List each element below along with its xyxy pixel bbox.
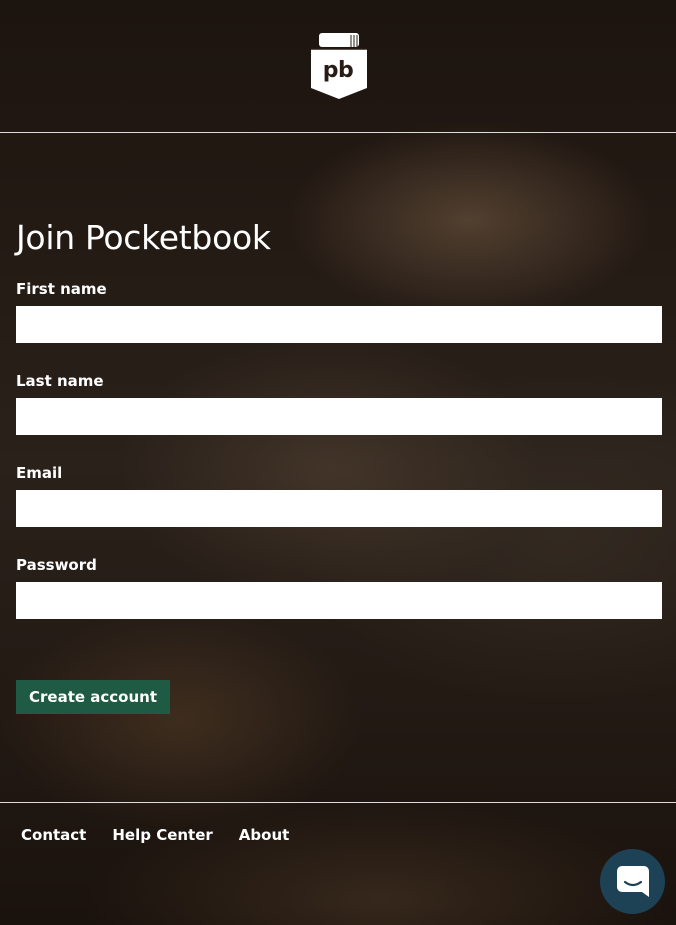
chat-bubble-icon — [616, 865, 649, 897]
password-label: Password — [16, 556, 97, 574]
first-name-label: First name — [16, 280, 107, 298]
footer-link-contact[interactable]: Contact — [21, 825, 86, 845]
first-name-input[interactable] — [16, 306, 662, 343]
email-label: Email — [16, 464, 63, 482]
create-account-button[interactable]: Create account — [16, 680, 171, 714]
last-name-field-group: Last name — [16, 371, 662, 435]
last-name-input[interactable] — [16, 398, 662, 435]
last-name-label: Last name — [16, 372, 104, 390]
footer-nav: Contact Help Center About — [21, 825, 289, 845]
email-field-group: Email — [16, 463, 662, 527]
first-name-field-group: First name — [16, 279, 662, 343]
password-field-group: Password — [16, 555, 662, 619]
signup-form: Join Pocketbook First name Last name Ema… — [16, 215, 662, 714]
password-input[interactable] — [16, 582, 662, 619]
footer-link-about[interactable]: About — [239, 825, 290, 845]
email-input[interactable] — [16, 490, 662, 527]
logo-text: pb — [322, 58, 354, 83]
footer-divider — [0, 802, 676, 803]
site-header: pb — [0, 0, 676, 133]
page-title: Join Pocketbook — [16, 218, 271, 257]
chat-launcher-button[interactable] — [600, 849, 665, 914]
footer-link-help-center[interactable]: Help Center — [112, 825, 212, 845]
pocketbook-logo-icon[interactable]: pb — [310, 32, 368, 100]
